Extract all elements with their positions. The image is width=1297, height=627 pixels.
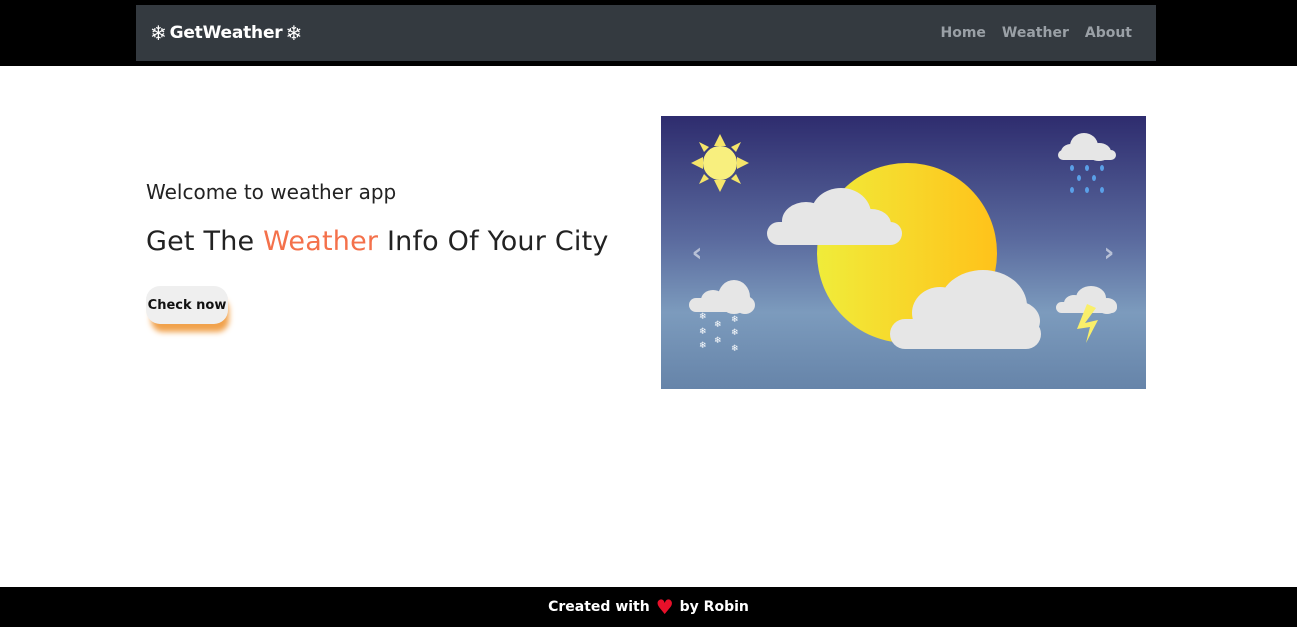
snowflake-icon: ❄ <box>150 21 167 45</box>
hero-subtitle: Welcome to weather app <box>146 180 397 204</box>
hero-title-prefix: Get The <box>146 226 264 257</box>
svg-text:❄: ❄ <box>699 312 707 322</box>
weather-carousel: ❄ ❄ ❄ ❄ ❄ ❄ ❄ ❄ ‹ › <box>661 116 1146 389</box>
sun-icon <box>691 134 749 192</box>
heart-icon: ♥ <box>655 595 674 619</box>
svg-text:❄: ❄ <box>714 320 722 330</box>
nav-link-about[interactable]: About <box>1085 25 1132 41</box>
nav-link-home[interactable]: Home <box>940 25 985 41</box>
svg-text:❄: ❄ <box>699 327 707 337</box>
brand-name: GetWeather <box>169 23 283 43</box>
svg-text:❄: ❄ <box>731 344 739 354</box>
svg-text:❄: ❄ <box>731 315 739 325</box>
carousel-next-icon[interactable]: › <box>1094 238 1124 268</box>
svg-text:❄: ❄ <box>731 328 739 338</box>
carousel-slide-image: ❄ ❄ ❄ ❄ ❄ ❄ ❄ ❄ <box>661 116 1146 389</box>
svg-text:❄: ❄ <box>699 341 707 351</box>
footer-prefix: Created with <box>548 599 650 615</box>
navbar: ❄ GetWeather ❄ Home Weather About <box>136 5 1156 61</box>
footer-suffix: by Robin <box>679 599 749 615</box>
hero-title-accent: Weather <box>263 226 379 257</box>
snowflake-icon: ❄ <box>285 21 303 45</box>
top-bar: ❄ GetWeather ❄ Home Weather About <box>0 0 1297 66</box>
svg-text:❄: ❄ <box>714 336 722 346</box>
carousel-prev-icon[interactable]: ‹ <box>682 238 712 268</box>
check-now-button[interactable]: Check now <box>146 286 228 324</box>
nav-link-weather[interactable]: Weather <box>1002 25 1069 41</box>
footer: Created with ♥ by Robin <box>0 587 1297 627</box>
hero-title-suffix: Info Of Your City <box>378 226 609 257</box>
brand-logo[interactable]: ❄ GetWeather ❄ <box>150 5 302 61</box>
hero-title: Get The Weather Info Of Your City <box>146 226 646 257</box>
hero-section: Welcome to weather app Get The Weather I… <box>146 180 646 324</box>
nav-links: Home Weather About <box>940 5 1132 61</box>
